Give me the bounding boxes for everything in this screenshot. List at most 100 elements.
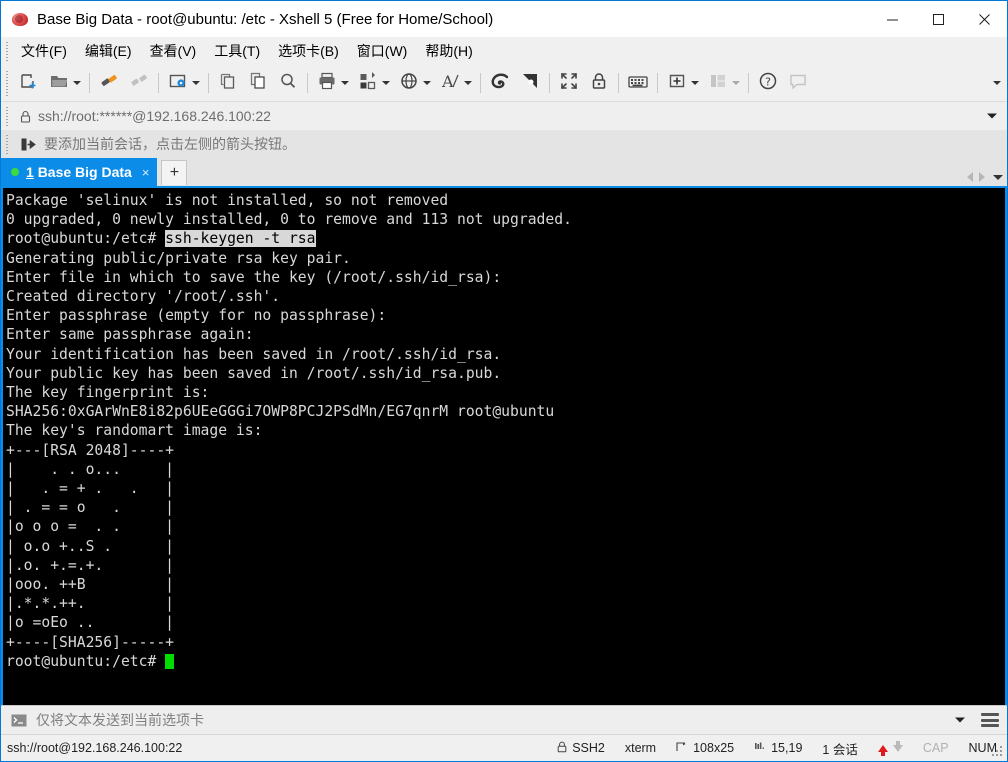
xshell-icon (490, 71, 510, 96)
lock-button[interactable] (584, 68, 614, 98)
menu-edit[interactable]: 编辑(E) (77, 38, 140, 64)
paste-icon (248, 71, 268, 96)
add-to-folder-icon (667, 71, 687, 96)
new-session-button[interactable] (14, 68, 44, 98)
terminal-selected-command: ssh-keygen -t rsa (165, 230, 316, 248)
terminal-line: Package 'selinux' is not installed, so n… (6, 192, 449, 209)
add-to-folder-button[interactable] (662, 68, 690, 98)
copy-session-button[interactable] (213, 68, 243, 98)
terminal-line: Enter file in which to save the key (/ro… (6, 268, 502, 286)
close-button[interactable] (961, 2, 1007, 37)
hint-bar-gripper[interactable] (4, 134, 12, 154)
globe-button[interactable] (394, 68, 422, 98)
terminal-line: |ooo. ++B | (6, 576, 175, 594)
tab-list-dropdown-icon[interactable] (993, 174, 1003, 180)
menu-tools[interactable]: 工具(T) (206, 38, 268, 64)
toolbar-separator (480, 73, 481, 93)
tab-title: Base Big Data (37, 164, 132, 180)
disconnect-button[interactable] (124, 68, 154, 98)
session-properties-button[interactable] (163, 68, 191, 98)
status-connection: ssh://root@192.168.246.100:22 (7, 741, 183, 755)
resize-grip[interactable] (992, 746, 1004, 758)
help-button[interactable]: ? (753, 68, 783, 98)
terminal-panel[interactable]: Package 'selinux' is not installed, so n… (1, 186, 1007, 705)
menu-help[interactable]: 帮助(H) (417, 38, 480, 64)
status-bar: ssh://root@192.168.246.100:22 SSH2 xterm… (1, 734, 1007, 761)
session-properties-dropdown-arrow[interactable] (192, 81, 200, 85)
terminal-line: 0 upgraded, 0 newly installed, 0 to remo… (6, 211, 572, 229)
tab-label: 1 Base Big Data (26, 164, 132, 180)
terminal-line: Your public key has been saved in /root/… (6, 364, 502, 382)
xftp-icon (520, 71, 540, 96)
font-dropdown-arrow[interactable] (464, 81, 472, 85)
address-bar-value[interactable]: ssh://root:******@192.168.246.100:22 (38, 108, 271, 124)
maximize-button[interactable] (915, 2, 961, 37)
minimize-button[interactable] (869, 2, 915, 37)
keyboard-button[interactable] (623, 68, 653, 98)
session-address-bar[interactable]: ssh://root:******@192.168.246.100:22 (1, 102, 1007, 130)
xshell-button[interactable] (485, 68, 515, 98)
add-session-arrow-icon[interactable] (20, 137, 36, 152)
add-session-hint-bar: 要添加当前会话，点击左侧的箭头按钮。 (1, 130, 1007, 158)
open-session-button[interactable] (44, 68, 72, 98)
tab-close-icon[interactable]: × (142, 166, 150, 179)
comment-button[interactable] (783, 68, 813, 98)
menu-tabs[interactable]: 选项卡(B) (270, 38, 347, 64)
toolbar-gripper[interactable] (4, 70, 12, 96)
toolbar-separator (158, 73, 159, 93)
layout-button[interactable] (703, 68, 731, 98)
terminal-prompt: root@ubuntu:/etc# (6, 652, 166, 670)
xftp-button[interactable] (515, 68, 545, 98)
menu-bar-gripper[interactable] (4, 41, 12, 61)
menu-file[interactable]: 文件(F) (13, 38, 75, 64)
terminal-line: |.o. +.=.+. | (6, 556, 175, 574)
open-session-dropdown-arrow[interactable] (73, 81, 81, 85)
transfer-file-dropdown-arrow[interactable] (382, 81, 390, 85)
status-cursor-label: 15,19 (771, 741, 803, 755)
lock-icon (557, 741, 567, 756)
menu-view[interactable]: 查看(V) (142, 38, 205, 64)
paste-button[interactable] (243, 68, 273, 98)
fullscreen-icon (559, 71, 579, 96)
status-size-label: 108x25 (693, 741, 735, 755)
upload-arrow-icon (877, 744, 888, 756)
connect-button[interactable] (94, 68, 124, 98)
list-lines-icon[interactable] (981, 713, 999, 727)
send-text-bar[interactable]: 仅将文本发送到当前选项卡 (1, 705, 1007, 734)
terminal-line: The key fingerprint is: (6, 384, 210, 402)
add-to-folder-dropdown-arrow[interactable] (691, 81, 699, 85)
find-button[interactable] (273, 68, 303, 98)
toolbar-separator (549, 73, 550, 93)
cursor-position-icon (754, 741, 766, 756)
toolbar-overflow-button[interactable] (993, 81, 1001, 85)
address-bar-gripper[interactable] (4, 106, 12, 126)
terminal-output[interactable]: Package 'selinux' is not installed, so n… (3, 188, 1005, 671)
new-tab-button[interactable]: + (161, 160, 188, 185)
font-button[interactable]: A (435, 68, 463, 98)
fullscreen-button[interactable] (554, 68, 584, 98)
print-dropdown-arrow[interactable] (341, 81, 349, 85)
lock-icon (20, 110, 31, 123)
terminal-prompt-icon (11, 714, 27, 727)
new-session-icon (19, 71, 39, 96)
send-text-dropdown-arrow[interactable] (955, 717, 965, 723)
send-text-placeholder[interactable]: 仅将文本发送到当前选项卡 (36, 710, 204, 730)
terminal-line: |o o o = . . | (6, 518, 175, 536)
transfer-file-button[interactable] (353, 68, 381, 98)
tab-navigation (967, 172, 1003, 182)
print-button[interactable] (312, 68, 340, 98)
find-icon (278, 71, 298, 96)
tab-base-big-data[interactable]: 1 Base Big Data × (1, 158, 158, 186)
xshell-app-icon (11, 10, 29, 28)
window-title: Base Big Data - root@ubuntu: /etc - Xshe… (37, 10, 494, 28)
terminal-line: |.*.*.++. | (6, 595, 175, 613)
tab-next-icon[interactable] (979, 172, 985, 182)
layout-dropdown-arrow[interactable] (732, 81, 740, 85)
terminal-line: +----[SHA256]-----+ (6, 633, 175, 651)
globe-dropdown-arrow[interactable] (423, 81, 431, 85)
tab-prev-icon[interactable] (967, 172, 973, 182)
menu-window[interactable]: 窗口(W) (349, 38, 416, 64)
xshell-window: Base Big Data - root@ubuntu: /etc - Xshe… (0, 0, 1008, 762)
address-bar-dropdown-arrow[interactable] (987, 113, 997, 119)
status-session-count: 1 会话 (822, 742, 858, 757)
